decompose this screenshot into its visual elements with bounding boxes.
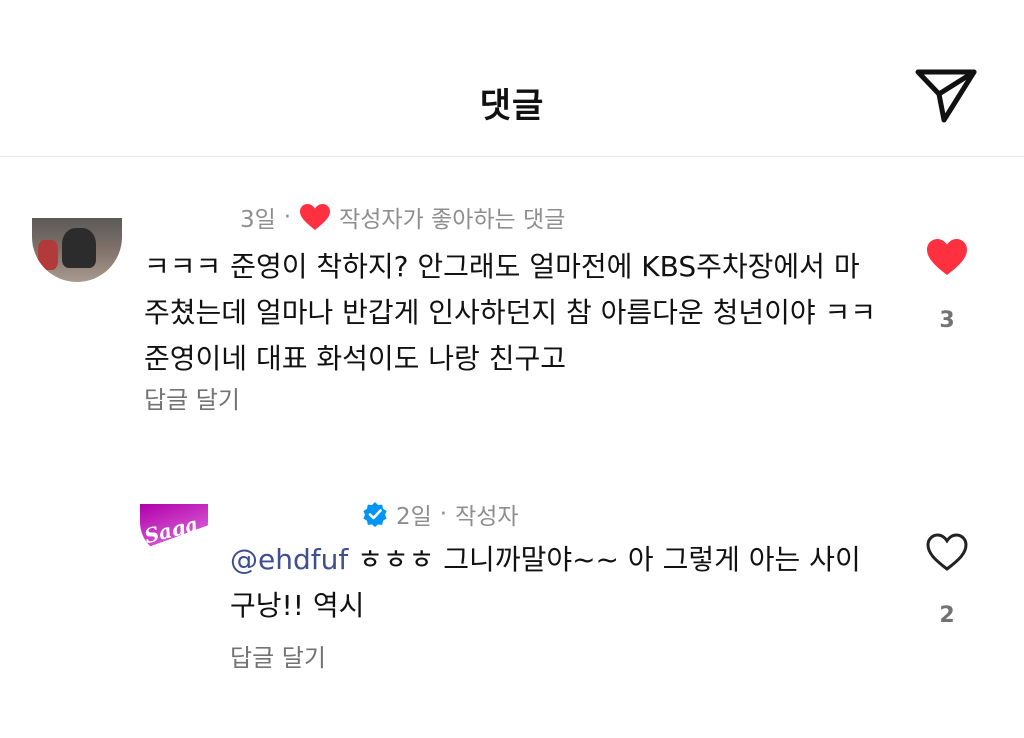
verified-badge-icon	[363, 502, 387, 527]
avatar[interactable]: Saga	[140, 504, 208, 556]
mention-link[interactable]: @ehdfuf	[230, 543, 348, 576]
heart-filled-icon	[927, 239, 967, 275]
meta-separator: ·	[283, 204, 292, 230]
avatar[interactable]	[32, 218, 122, 282]
author-role-label: 작성자	[455, 504, 519, 530]
comment-meta: 2일 · 작성자	[362, 497, 519, 531]
heart-outline-icon	[926, 533, 968, 571]
share-button[interactable]	[910, 66, 982, 126]
comment-meta: 3일 · 작성자가 좋아하는 댓글	[240, 200, 565, 234]
reply-button[interactable]: 답글 달기	[230, 638, 326, 673]
like-count: 3	[939, 308, 955, 333]
like-button[interactable]	[925, 532, 969, 572]
page-title: 댓글	[479, 86, 545, 126]
author-heart-icon	[300, 204, 331, 230]
like-button[interactable]	[925, 237, 969, 277]
header-bar: 댓글	[0, 0, 1024, 157]
comments-screen: 댓글 3일 · 작성자가 좋아하는 댓글 ㅋㅋㅋ 준영이 착하지? 안그래도 얼…	[0, 0, 1024, 738]
reply-button[interactable]: 답글 달기	[144, 380, 240, 415]
author-liked-label: 작성자가 좋아하는 댓글	[339, 207, 566, 233]
like-count: 2	[939, 603, 955, 628]
avatar-logo-text: Saga	[141, 511, 201, 549]
comment-text: @ehdfuf ㅎㅎㅎ 그니까말야~~ 아 그렇게 아는 사이구낭!! 역시	[230, 537, 880, 629]
paper-plane-icon	[915, 69, 977, 123]
comment-age: 3일	[240, 207, 276, 233]
comment-age: 2일	[396, 504, 432, 530]
comment-text: ㅋㅋㅋ 준영이 착하지? 안그래도 얼마전에 KBS주차장에서 마주쳤는데 얼마…	[144, 250, 877, 375]
meta-separator: ·	[439, 501, 448, 527]
